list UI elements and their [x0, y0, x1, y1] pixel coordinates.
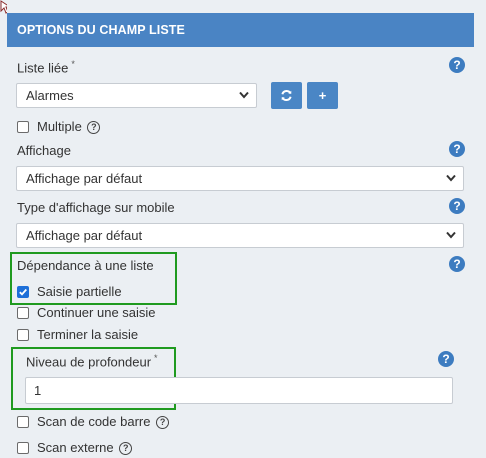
refresh-icon [281, 89, 292, 102]
chevron-down-icon [446, 231, 456, 239]
partial-entry-label: Saisie partielle [37, 284, 122, 299]
partial-entry-checkbox[interactable] [17, 286, 29, 298]
chevron-down-icon [446, 174, 456, 182]
external-scan-checkbox[interactable] [17, 442, 29, 454]
help-icon[interactable]: ? [449, 198, 465, 214]
display-select-value: Affichage par défaut [26, 171, 143, 186]
help-icon[interactable]: ? [449, 141, 465, 157]
refresh-button[interactable] [271, 82, 302, 109]
finish-entry-checkbox[interactable] [17, 329, 29, 341]
continue-entry-checkbox[interactable] [17, 307, 29, 319]
linked-list-select[interactable]: Alarmes [16, 83, 257, 108]
linked-list-label: Liste liée * [17, 59, 75, 75]
chevron-down-icon [239, 91, 249, 99]
mobile-display-label: Type d'affichage sur mobile [17, 200, 175, 215]
help-icon[interactable]: ? [87, 121, 101, 135]
mobile-display-select-value: Affichage par défaut [26, 228, 143, 243]
barcode-scan-label: Scan de code barre ? [37, 414, 170, 430]
external-scan-label: Scan externe ? [37, 440, 133, 456]
finish-entry-label: Terminer la saisie [37, 327, 139, 342]
continue-entry-label: Continuer une saisie [37, 305, 156, 320]
mobile-display-select[interactable]: Affichage par défaut [16, 223, 464, 248]
required-mark: * [71, 59, 75, 69]
depth-input[interactable]: 1 [25, 377, 453, 404]
depth-label: Niveau de profondeur * [26, 353, 158, 369]
help-icon[interactable]: ? [156, 416, 170, 430]
panel-title: OPTIONS DU CHAMP LISTE [7, 13, 474, 47]
multiple-label: Multiple ? [37, 119, 101, 135]
multiple-label-text: Multiple [37, 119, 82, 134]
display-select[interactable]: Affichage par défaut [16, 166, 464, 191]
external-scan-label-text: Scan externe [37, 440, 114, 455]
list-field-options-panel: OPTIONS DU CHAMP LISTE Liste liée * ? Ala… [7, 0, 474, 458]
help-icon[interactable]: ? [438, 351, 454, 367]
depth-label-text: Niveau de profondeur [26, 354, 152, 370]
linked-list-select-value: Alarmes [26, 88, 74, 103]
required-mark: * [154, 353, 158, 363]
multiple-checkbox[interactable] [17, 121, 29, 133]
add-list-button[interactable]: + [307, 82, 338, 109]
help-icon[interactable]: ? [449, 57, 465, 73]
display-label: Affichage [17, 143, 71, 158]
barcode-scan-label-text: Scan de code barre [37, 414, 151, 429]
help-icon[interactable]: ? [449, 256, 465, 272]
dependency-label: Dépendance à une liste [17, 258, 154, 273]
linked-list-label-text: Liste liée [17, 60, 69, 76]
help-icon[interactable]: ? [119, 442, 133, 456]
barcode-scan-checkbox[interactable] [17, 416, 29, 428]
checkmark-icon [19, 288, 27, 296]
